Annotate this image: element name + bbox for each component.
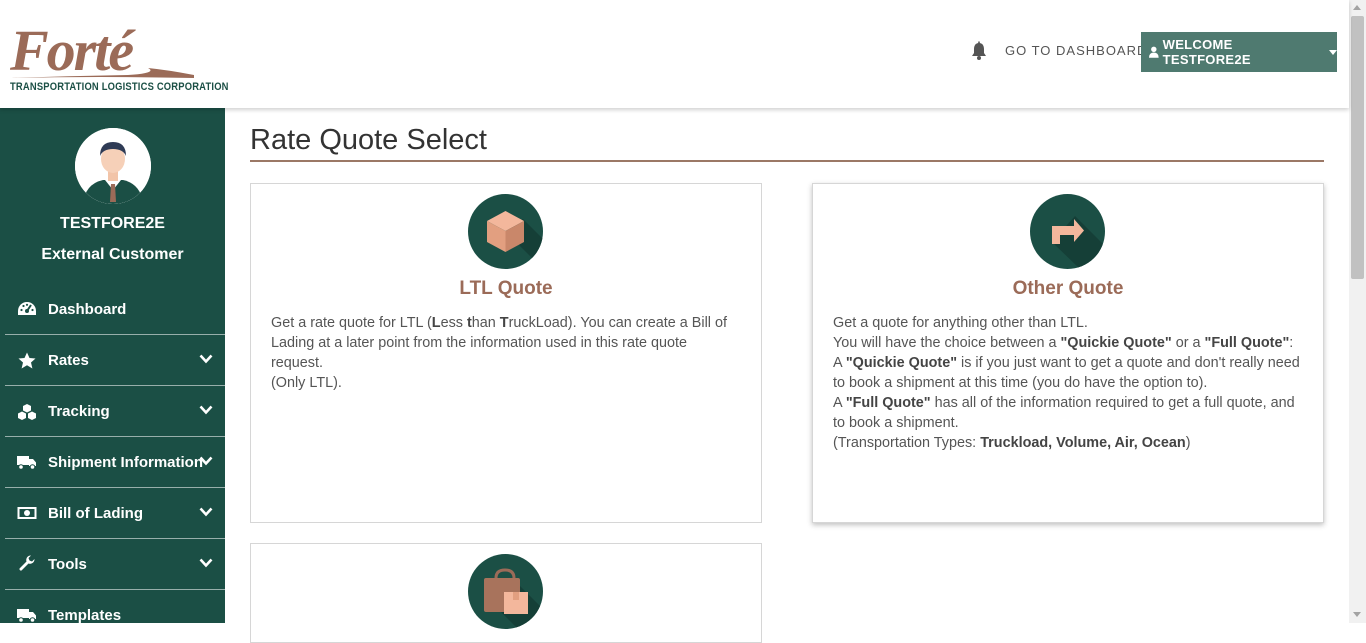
user-name: TESTFORE2E [60, 215, 165, 232]
sidebar-item-label: Tracking [48, 402, 110, 420]
page-scrollbar[interactable] [1349, 0, 1366, 623]
chevron-down-icon [199, 507, 213, 517]
sidebar-item-label: Shipment Information [48, 453, 203, 471]
bag-box-icon [484, 568, 543, 629]
money-bill-icon [17, 507, 37, 519]
user-icon [1149, 46, 1159, 58]
other-quote-icon-circle [1030, 194, 1105, 269]
title-divider [250, 160, 1324, 162]
welcome-user-dropdown[interactable]: WELCOME TESTFORE2E [1141, 32, 1337, 72]
go-to-dashboard-link[interactable]: GO TO DASHBOARD [1005, 43, 1147, 58]
sidebar-item-label: Bill of Lading [48, 504, 143, 522]
sidebar-item-label: Dashboard [48, 300, 127, 318]
page-title: Rate Quote Select [250, 124, 487, 156]
truck-icon [17, 455, 36, 470]
box-icon [487, 211, 543, 269]
sidebar-item-label: Tools [48, 555, 87, 573]
sidebar-item-tracking[interactable]: Tracking [5, 386, 225, 437]
bell-icon[interactable] [969, 41, 989, 61]
star-icon [18, 352, 36, 368]
scroll-up-arrow-icon[interactable] [1353, 5, 1361, 10]
caret-down-icon [1329, 49, 1337, 55]
user-role: External Customer [41, 246, 184, 263]
tachometer-icon [18, 302, 36, 315]
third-quote-icon-circle [468, 554, 543, 629]
ltl-quote-description: Get a rate quote for LTL (Less than Truc… [271, 315, 727, 391]
logo-tagline: TRANSPORTATION LOGISTICS CORPORATION [10, 79, 229, 93]
avatar-person-icon [75, 128, 151, 204]
welcome-label: WELCOME TESTFORE2E [1162, 37, 1251, 67]
ltl-quote-icon-circle [468, 194, 543, 269]
ltl-quote-card[interactable]: LTL Quote Get a rate quote for LTL (Less… [250, 183, 762, 523]
top-header: Forté TRANSPORTATION LOGISTICS CORPORATI… [0, 0, 1349, 108]
ltl-quote-note: (Only LTL). [271, 375, 342, 391]
other-quote-title: Other Quote [1012, 278, 1124, 299]
other-quote-description: Get a quote for anything other than LTL.… [833, 315, 1300, 451]
main-content: Rate Quote Select LTL Quote Get a rate q… [225, 108, 1349, 643]
scroll-down-arrow-icon[interactable] [1353, 612, 1361, 617]
sidebar-item-dashboard[interactable]: Dashboard [5, 284, 225, 335]
third-quote-card[interactable] [250, 543, 762, 643]
avatar [75, 128, 151, 204]
forte-logo[interactable]: Forté TRANSPORTATION LOGISTICS CORPORATI… [8, 22, 228, 94]
sidebar-item-label: Templates [48, 607, 122, 624]
chevron-down-icon [199, 405, 213, 415]
other-quote-card[interactable]: Other Quote Get a quote for anything oth… [812, 183, 1324, 523]
sidebar-item-templates[interactable]: Templates [5, 590, 225, 641]
sidebar-item-shipment-information[interactable]: Shipment Information [5, 437, 225, 488]
truck-icon [17, 609, 36, 623]
sidebar-item-bill-of-lading[interactable]: Bill of Lading [5, 488, 225, 539]
wrench-icon [19, 555, 35, 571]
chevron-down-icon [199, 354, 213, 364]
sidebar-nav: Dashboard Rates Tracking Shipment Inform… [5, 284, 225, 641]
sidebar-item-tools[interactable]: Tools [5, 539, 225, 590]
chevron-down-icon [199, 456, 213, 466]
cubes-icon [18, 403, 36, 420]
sidebar-item-label: Rates [48, 351, 89, 369]
sidebar: TESTFORE2E External Customer Dashboard R… [0, 108, 225, 624]
chevron-down-icon [199, 558, 213, 568]
logo-swoosh-icon [10, 68, 194, 78]
scrollbar-thumb[interactable] [1351, 16, 1364, 279]
ltl-quote-title: LTL Quote [459, 278, 553, 299]
sidebar-item-rates[interactable]: Rates [5, 335, 225, 386]
turn-right-arrow-icon [1052, 216, 1105, 269]
